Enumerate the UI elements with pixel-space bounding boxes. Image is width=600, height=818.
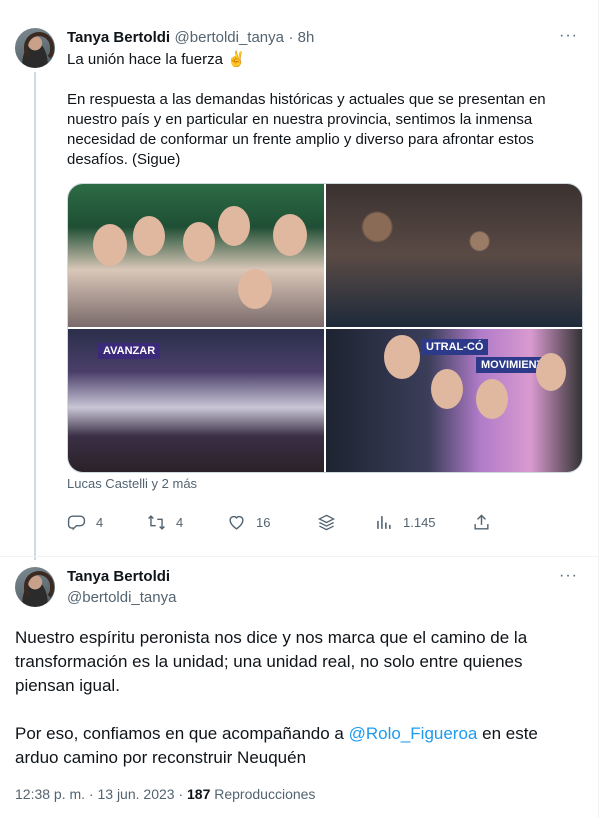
retweet-button[interactable]: 4 xyxy=(147,513,183,532)
tweet-meta: 12:38 p. m. · 13 jun. 2023 · 187 Reprodu… xyxy=(15,786,315,802)
share-icon xyxy=(474,514,489,530)
reply-button[interactable]: 4 xyxy=(67,513,103,532)
like-count: 16 xyxy=(256,515,271,530)
more-icon[interactable]: ··· xyxy=(559,567,578,585)
person xyxy=(476,379,508,419)
stack-icon xyxy=(317,514,336,531)
share-button[interactable] xyxy=(472,513,491,532)
tweet1-line1: La unión hace la fuerza ✌️ xyxy=(67,51,246,68)
person xyxy=(93,224,127,266)
divider xyxy=(0,556,598,557)
stack-button[interactable] xyxy=(317,513,336,532)
timestamp[interactable]: 12:38 p. m. · 13 jun. 2023 · xyxy=(15,786,187,802)
author-handle[interactable]: @bertoldi_tanya xyxy=(67,589,176,606)
media-grid[interactable]: AVANZAR UTRAL-CÓ MOVIMIENT xyxy=(67,183,583,473)
tweet-time[interactable]: · 8h xyxy=(288,29,314,46)
author-name[interactable]: Tanya Bertoldi xyxy=(67,568,170,585)
person xyxy=(238,269,272,309)
views-button[interactable]: 1.145 xyxy=(374,513,436,532)
retweet-icon xyxy=(148,515,165,530)
person xyxy=(183,222,215,262)
mention-link[interactable]: @Rolo_Figueroa xyxy=(349,724,478,743)
timeline-frame: Tanya Bertoldi @bertoldi_tanya · 8h ··· … xyxy=(0,0,599,818)
tweet1-body: En respuesta a las demandas históricas y… xyxy=(67,91,546,168)
media-caption[interactable]: Lucas Castelli y 2 más xyxy=(67,476,197,491)
retweet-count: 4 xyxy=(176,515,184,530)
tweet2-paragraph-2: Por eso, confiamos en que acompañando a … xyxy=(15,722,575,770)
media-photo-4[interactable]: UTRAL-CÓ MOVIMIENT xyxy=(326,329,582,472)
media-photo-2[interactable] xyxy=(326,184,582,327)
avatar[interactable] xyxy=(15,567,55,607)
person xyxy=(273,214,307,256)
media-photo-1[interactable] xyxy=(68,184,324,327)
person xyxy=(431,369,463,409)
tweet2-body: Nuestro espíritu peronista nos dice y no… xyxy=(15,626,575,770)
media-banner: AVANZAR xyxy=(98,343,161,359)
like-icon xyxy=(229,515,244,530)
reply-count: 4 xyxy=(96,515,104,530)
views-label: Reproducciones xyxy=(210,786,316,802)
person xyxy=(384,335,420,379)
reply-icon xyxy=(67,515,86,531)
views-total: 187 xyxy=(187,786,211,802)
person xyxy=(133,216,165,256)
author-name[interactable]: Tanya Bertoldi xyxy=(67,29,170,46)
person xyxy=(536,353,566,391)
views-icon xyxy=(377,516,391,529)
views-count: 1.145 xyxy=(403,515,436,530)
person xyxy=(218,206,250,246)
more-icon[interactable]: ··· xyxy=(559,27,578,45)
tweet2-paragraph-1: Nuestro espíritu peronista nos dice y no… xyxy=(15,628,528,695)
media-banner: UTRAL-CÓ xyxy=(421,339,489,355)
tweet-actions: 4 4 16 1.145 xyxy=(67,513,567,537)
tweet1-header: Tanya Bertoldi @bertoldi_tanya · 8h xyxy=(67,29,314,47)
like-button[interactable]: 16 xyxy=(227,513,270,532)
avatar[interactable] xyxy=(15,28,55,68)
author-handle[interactable]: @bertoldi_tanya xyxy=(175,29,284,46)
media-photo-3[interactable]: AVANZAR xyxy=(68,329,324,472)
tweet2-text: Por eso, confiamos en que acompañando a xyxy=(15,724,349,743)
thread-line xyxy=(34,72,36,560)
